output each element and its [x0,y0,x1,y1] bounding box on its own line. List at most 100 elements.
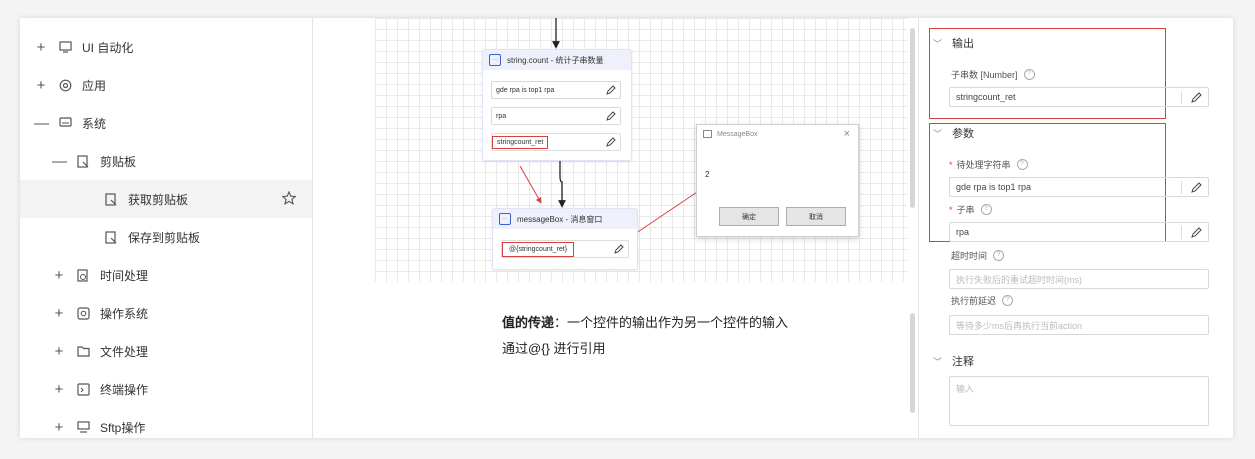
tree-item-label: 操作系统 [100,306,149,321]
reference-highlight: @{stringcount_ret} [502,241,575,257]
tree-item-label: 系统 [82,116,107,131]
clipboard-icon [104,192,118,206]
collapse-toggle[interactable]: — [34,115,49,132]
tree-item-label: Sftp操作 [100,420,146,435]
label-text: 超时时间 [951,251,988,261]
param-string-label: * 待处理字符串? [949,158,1028,171]
chevron-down-icon: ﹀ [933,38,943,49]
chevron-down-icon: ﹀ [933,356,943,367]
label-text: 待处理字符串 [956,160,1011,170]
edit-pen-icon[interactable] [1191,227,1202,240]
collapse-toggle[interactable]: — [52,153,67,170]
expand-toggle[interactable]: + [52,381,66,398]
ok-button[interactable]: 确定 [719,207,779,226]
caption-bold: 值的传递 [502,315,555,330]
tree-item-file[interactable]: + 文件处理 [20,332,312,370]
input-value: rpa [956,227,970,237]
tree-item-time[interactable]: + 时间处理 [20,256,312,294]
terminal-icon [76,382,90,396]
lower-scrollbar[interactable] [910,313,915,413]
expand-toggle[interactable]: + [52,305,66,322]
expand-toggle[interactable]: + [52,267,66,284]
delay-label: 执行前延迟? [951,294,1014,307]
node-type-icon: ·· [499,213,511,225]
cancel-button[interactable]: 取消 [786,207,846,226]
section-output[interactable]: ﹀ 输出 [933,35,974,51]
window-icon [703,130,712,138]
field-value: rpa [496,112,507,120]
section-title: 注释 [952,356,975,368]
ui-automation-icon [58,40,72,54]
expand-toggle[interactable]: + [52,419,66,436]
divider [1181,91,1182,104]
tree-item-get-clipboard[interactable]: 获取剪贴板 [20,180,312,218]
param-substring-input[interactable]: rpa [949,222,1209,242]
divider [1181,181,1182,194]
input-value: stringcount_ret [956,92,1016,102]
edit-pen-icon[interactable] [1191,92,1202,105]
clipboard-icon [76,154,90,168]
app-frame: + UI 自动化 + 应用 — 系统 — 剪贴板 获取剪贴板 保存到剪贴板 + … [20,18,1233,438]
output-variable-highlight: stringcount_ret [492,135,549,149]
node-header: ·· messageBox - 消息窗口 [493,209,637,229]
node-header: ··· string.count - 统计子串数量 [483,50,631,70]
tree-item-os[interactable]: + 操作系统 [20,294,312,332]
expand-toggle[interactable]: + [34,77,48,94]
node-message-box[interactable]: ·· messageBox - 消息窗口 @{stringcount_ret} [492,208,638,270]
edit-pen-icon[interactable] [614,244,624,256]
expand-toggle[interactable]: + [52,343,66,360]
timeout-input[interactable]: 执行失败后的重试超时时间(ms) [949,269,1209,289]
caption-line-1: 值的传递：一个控件的输出作为另一个控件的输入 [502,312,788,331]
tree-item-terminal[interactable]: + 终端操作 [20,370,312,408]
output-variable-input[interactable]: stringcount_ret [949,87,1209,107]
tree-item-clipboard[interactable]: — 剪贴板 [20,142,312,180]
node-string-count[interactable]: ··· string.count - 统计子串数量 gde rpa is top… [482,49,632,161]
tree-item-ui-automation[interactable]: + UI 自动化 [20,28,312,66]
tree-item-label: 剪贴板 [100,154,137,169]
help-icon[interactable]: ? [993,250,1005,261]
help-icon[interactable]: ? [980,204,992,215]
section-notes[interactable]: ﹀ 注释 [933,353,974,369]
tree-item-label: 终端操作 [100,382,149,397]
folder-icon [76,344,90,358]
dialog-titlebar: MessageBox × [697,125,858,143]
notes-textarea[interactable]: 输入 [949,376,1209,426]
edit-pen-icon[interactable] [606,111,616,123]
tree-item-label: 获取剪贴板 [128,192,189,207]
node-field-string[interactable]: gde rpa is top1 rpa [491,81,621,99]
edit-pen-icon[interactable] [606,137,616,149]
help-icon[interactable]: ? [1023,69,1035,80]
node-field-content[interactable]: @{stringcount_ret} [501,240,629,258]
canvas-scrollbar[interactable] [910,28,915,208]
app-icon [58,78,72,92]
node-field-substring[interactable]: rpa [491,107,621,125]
tree-item-sftp[interactable]: + Sftp操作 [20,408,312,438]
tree-item-system[interactable]: — 系统 [20,104,312,142]
field-value: gde rpa is top1 rpa [496,86,555,94]
chevron-down-icon: ﹀ [933,128,943,139]
param-string-input[interactable]: gde rpa is top1 rpa [949,177,1209,197]
divider [1181,226,1182,239]
delay-input[interactable]: 等待多少ms后再执行当前action [949,315,1209,335]
help-icon[interactable]: ? [1016,159,1028,170]
required-mark: * [949,159,953,170]
close-icon[interactable]: × [844,128,850,140]
label-text: 子串数 [Number] [951,70,1018,80]
caption-text: ：一个控件的输出作为另一个控件的输入 [554,315,789,330]
timeout-label: 超时时间? [951,249,1005,262]
help-icon[interactable]: ? [1002,295,1014,306]
section-params[interactable]: ﹀ 参数 [933,125,974,141]
section-title: 输出 [952,38,975,50]
tree-item-app[interactable]: + 应用 [20,66,312,104]
node-field-output[interactable]: stringcount_ret [491,133,621,151]
favorite-star-icon[interactable] [281,190,297,208]
param-substring-label: * 子串? [949,203,992,216]
expand-toggle[interactable]: + [34,39,48,56]
properties-panel: ﹀ 输出 子串数 [Number]? stringcount_ret ﹀ 参数 … [918,18,1233,438]
output-label: 子串数 [Number]? [951,68,1035,81]
section-title: 参数 [952,128,975,140]
tree-item-save-clipboard[interactable]: 保存到剪贴板 [20,218,312,256]
edit-pen-icon[interactable] [606,85,616,97]
edit-pen-icon[interactable] [1191,182,1202,195]
tree-item-label: 时间处理 [100,268,149,283]
